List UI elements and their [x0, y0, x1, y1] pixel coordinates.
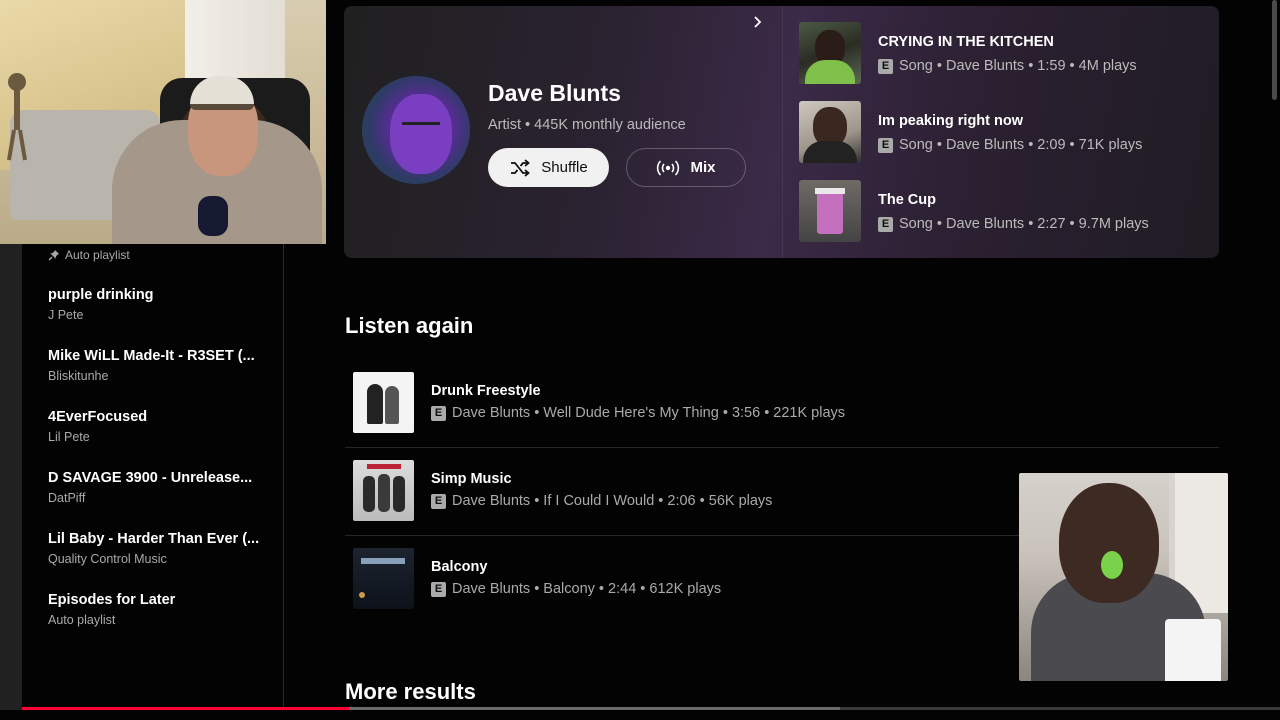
song-thumbnail[interactable]	[799, 180, 861, 242]
song-thumbnail[interactable]	[353, 548, 414, 609]
explicit-icon: E	[431, 493, 446, 509]
player-progress-fill	[22, 707, 350, 710]
radio-waves-icon	[657, 159, 680, 176]
sidebar-item-sub: Quality Control Music	[48, 552, 167, 566]
sidebar-item-title: D SAVAGE 3900 - Unrelease...	[48, 470, 253, 486]
explicit-icon: E	[878, 58, 893, 74]
sidebar-item-title: 4EverFocused	[48, 409, 148, 425]
song-meta-text: Song • Dave Blunts • 1:59 • 4M plays	[899, 58, 1137, 74]
song-title[interactable]: Im peaking right now	[878, 113, 1023, 129]
mix-label: Mix	[690, 159, 716, 176]
artist-subtitle: Artist • 445K monthly audience	[488, 117, 686, 133]
sidebar-item-title: purple drinking	[48, 287, 154, 303]
artist-name[interactable]: Dave Blunts	[488, 80, 621, 107]
shuffle-icon	[511, 158, 531, 177]
artist-card[interactable]: Dave Blunts Artist • 445K monthly audien…	[344, 6, 1219, 258]
song-meta-text: Dave Blunts • If I Could I Would • 2:06 …	[452, 493, 773, 509]
song-title[interactable]: The Cup	[878, 192, 936, 208]
sidebar-item-sub: J Pete	[48, 308, 84, 322]
pin-icon	[48, 250, 59, 261]
song-title[interactable]: Drunk Freestyle	[431, 383, 541, 399]
sidebar-item-sub: Lil Pete	[48, 430, 90, 444]
artist-top-songs: CRYING IN THE KITCHEN E Song • Dave Blun…	[782, 6, 1219, 258]
player-progress-bar[interactable]	[22, 707, 1280, 710]
sidebar-item-title: Mike WiLL Made-It - R3SET (...	[48, 348, 255, 364]
sidebar-item-sub: DatPiff	[48, 491, 86, 505]
shuffle-button[interactable]: Shuffle	[488, 148, 609, 187]
chevron-right-icon[interactable]	[750, 14, 766, 30]
explicit-icon: E	[431, 405, 446, 421]
overlay-person-head	[1059, 483, 1159, 603]
listen-again-heading: Listen again	[345, 313, 474, 338]
more-results-heading: More results	[345, 679, 476, 704]
song-title[interactable]: Simp Music	[431, 471, 512, 487]
sidebar-item-r3set[interactable]: Mike WiLL Made-It - R3SET (... Bliskitun…	[48, 347, 268, 408]
song-meta: E Dave Blunts • If I Could I Would • 2:0…	[431, 493, 772, 509]
sidebar-item-sub: Auto playlist	[65, 248, 130, 262]
top-song-row[interactable]: Im peaking right now E Song • Dave Blunt…	[799, 101, 1209, 163]
sidebar-item-episodes-for-later[interactable]: Episodes for Later Auto playlist	[48, 591, 268, 652]
player-bar	[0, 710, 1280, 720]
sidebar-item-lil-baby[interactable]: Lil Baby - Harder Than Ever (... Quality…	[48, 530, 268, 591]
cup-icon	[1165, 619, 1221, 681]
artist-avatar-face	[390, 94, 452, 174]
microphone-icon	[198, 196, 228, 236]
song-meta-text: Song • Dave Blunts • 2:27 • 9.7M plays	[899, 216, 1149, 232]
song-thumbnail[interactable]	[353, 372, 414, 433]
song-title[interactable]: CRYING IN THE KITCHEN	[878, 34, 1054, 50]
artist-card-main: Dave Blunts Artist • 445K monthly audien…	[344, 6, 782, 258]
song-thumbnail[interactable]	[353, 460, 414, 521]
song-title[interactable]: Balcony	[431, 559, 487, 575]
sidebar-item-4everfocused[interactable]: 4EverFocused Lil Pete	[48, 408, 268, 469]
song-meta-text: Dave Blunts • Balcony • 2:44 • 612K play…	[452, 581, 722, 597]
sidebar-item-title: Lil Baby - Harder Than Ever (...	[48, 531, 260, 547]
top-song-row[interactable]: CRYING IN THE KITCHEN E Song • Dave Blun…	[799, 22, 1209, 84]
webcam-overlay	[0, 0, 326, 244]
artist-avatar-eyes	[402, 122, 440, 126]
sidebar-item-d-savage[interactable]: D SAVAGE 3900 - Unrelease... DatPiff	[48, 469, 268, 530]
top-song-row[interactable]: The Cup E Song • Dave Blunts • 2:27 • 9.…	[799, 180, 1209, 242]
explicit-icon: E	[878, 216, 893, 232]
explicit-icon: E	[878, 137, 893, 153]
shuffle-label: Shuffle	[541, 159, 588, 176]
song-thumbnail[interactable]	[799, 22, 861, 84]
scrollbar-thumb[interactable]	[1272, 0, 1277, 100]
overlay-video-clip	[1019, 473, 1228, 681]
list-item[interactable]: Drunk Freestyle E Dave Blunts • Well Dud…	[345, 360, 1219, 448]
mix-button[interactable]: Mix	[626, 148, 746, 187]
sidebar-item-title: Episodes for Later	[48, 592, 176, 608]
song-meta: E Song • Dave Blunts • 1:59 • 4M plays	[878, 58, 1137, 74]
song-thumbnail[interactable]	[799, 101, 861, 163]
song-meta-text: Dave Blunts • Well Dude Here's My Thing …	[452, 405, 846, 421]
sidebar-item-purple-drinking[interactable]: purple drinking J Pete	[48, 286, 268, 347]
artist-avatar[interactable]	[362, 76, 470, 184]
song-meta: E Song • Dave Blunts • 2:27 • 9.7M plays	[878, 216, 1149, 232]
sidebar-playlist-list: purple drinking J Pete Mike WiLL Made-It…	[48, 286, 268, 652]
song-meta-text: Song • Dave Blunts • 2:09 • 71K plays	[899, 137, 1143, 153]
alien-figure-icon	[7, 73, 27, 161]
sidebar-item-auto-playlist-top[interactable]: Auto playlist	[48, 248, 130, 262]
song-meta: E Song • Dave Blunts • 2:09 • 71K plays	[878, 137, 1142, 153]
broccoli-icon	[1101, 551, 1123, 579]
sidebar-item-sub: Auto playlist	[48, 613, 116, 627]
sidebar-item-sub: Bliskitunhe	[48, 369, 109, 383]
explicit-icon: E	[431, 581, 446, 597]
song-meta: E Dave Blunts • Well Dude Here's My Thin…	[431, 405, 845, 421]
song-meta: E Dave Blunts • Balcony • 2:44 • 612K pl…	[431, 581, 721, 597]
